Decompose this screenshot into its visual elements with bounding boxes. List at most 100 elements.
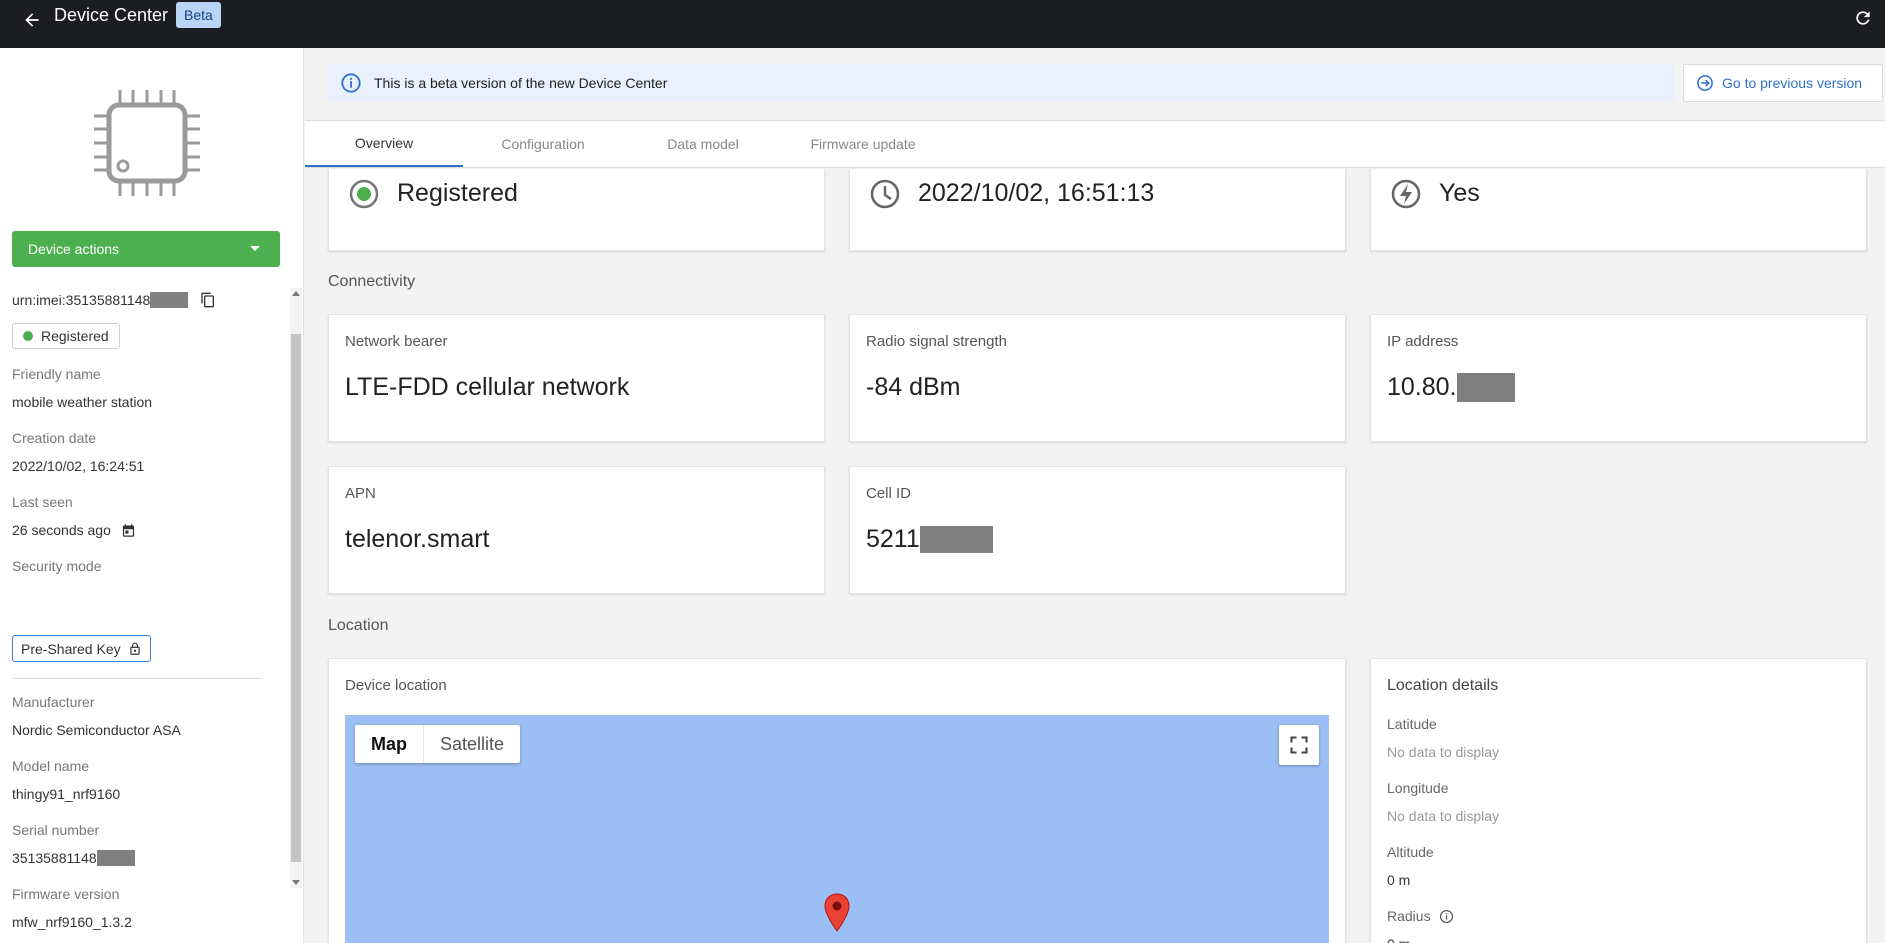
sidebar-scrollbar[interactable] (290, 288, 302, 888)
back-button[interactable] (12, 4, 52, 36)
model-name-label: Model name (12, 758, 90, 774)
ip-address-row: 10.80. (1387, 373, 1515, 402)
tab-overview[interactable]: Overview (305, 121, 463, 167)
redacted-block (1456, 373, 1515, 402)
ip-address-value: 10.80. (1387, 373, 1457, 401)
location-details-title: Location details (1387, 677, 1499, 694)
tab-configuration[interactable]: Configuration (463, 121, 623, 167)
map-pin-icon[interactable] (823, 893, 851, 933)
redacted-block (150, 292, 189, 308)
tab-firmware-update[interactable]: Firmware update (783, 121, 943, 167)
info-icon[interactable] (1439, 909, 1454, 924)
altitude-value: 0 m (1387, 872, 1411, 888)
firmware-version-label: Firmware version (12, 886, 120, 902)
apn-label: APN (345, 485, 376, 502)
map-type-toggle: Map Satellite (355, 725, 521, 763)
tabs-bar: Overview Configuration Data model Firmwa… (305, 120, 1885, 168)
device-sidebar: Device actions urn:imei:35135881148 Regi… (0, 48, 304, 943)
tab-data-model[interactable]: Data model (623, 121, 783, 167)
latitude-label: Latitude (1387, 716, 1437, 732)
status-dot-icon (23, 331, 33, 341)
security-mode-chip[interactable]: Pre-Shared Key (12, 635, 151, 662)
redacted-block (96, 850, 135, 866)
arrow-left-icon (25, 13, 39, 27)
network-bearer-value: LTE-FDD cellular network (345, 373, 630, 401)
security-mode-value: Pre-Shared Key (21, 640, 121, 657)
beta-badge: Beta (176, 2, 221, 28)
radio-signal-label: Radio signal strength (866, 333, 1007, 350)
scrollbar-thumb[interactable] (291, 334, 301, 862)
location-section-title: Location (328, 617, 389, 634)
connectivity-section-title: Connectivity (328, 273, 416, 290)
device-actions-label: Device actions (28, 241, 120, 257)
status-badge: Registered (12, 323, 120, 349)
registration-status-value: Registered (397, 179, 518, 207)
friendly-name-label: Friendly name (12, 366, 101, 382)
manufacturer-value: Nordic Semiconductor ASA (12, 722, 181, 738)
refresh-icon (1856, 11, 1870, 25)
scroll-up-icon[interactable] (292, 291, 300, 296)
manufacturer-label: Manufacturer (12, 694, 95, 710)
radius-label: Radius (1387, 908, 1431, 924)
network-bearer-label: Network bearer (345, 333, 448, 350)
registered-status-icon (347, 177, 381, 211)
longitude-label: Longitude (1387, 780, 1449, 796)
apn-card: APN telenor.smart (328, 466, 825, 594)
map-view-button[interactable]: Map (355, 725, 423, 763)
caret-down-icon (250, 246, 260, 251)
radio-signal-value: -84 dBm (866, 373, 961, 401)
fullscreen-button[interactable] (1279, 725, 1319, 765)
power-bolt-icon (1389, 177, 1423, 211)
timestamp-value: 2022/10/02, 16:51:13 (918, 179, 1155, 207)
device-actions-dropdown[interactable]: Device actions (12, 231, 280, 267)
banner-text: This is a beta version of the new Device… (374, 75, 668, 91)
security-mode-label: Security mode (12, 558, 102, 574)
serial-number-value: 35135881148 (12, 850, 97, 866)
creation-date-label: Creation date (12, 430, 97, 446)
altitude-label: Altitude (1387, 844, 1434, 860)
longitude-value: No data to display (1387, 808, 1500, 824)
device-location-card: Device location Map Satellite (328, 658, 1346, 943)
cell-id-row: 5211 (866, 525, 993, 554)
refresh-button[interactable] (1849, 4, 1877, 32)
info-icon (340, 72, 362, 94)
device-location-label: Device location (345, 677, 447, 694)
cell-id-value: 5211 (866, 525, 920, 553)
scroll-down-icon[interactable] (292, 880, 300, 885)
latitude-value: No data to display (1387, 744, 1500, 760)
chip-icon (94, 90, 200, 196)
calendar-icon[interactable] (121, 523, 136, 538)
go-to-previous-version-button[interactable]: Go to previous version (1683, 64, 1883, 102)
map-view[interactable]: Map Satellite (345, 715, 1329, 943)
friendly-name-value: mobile weather station (12, 394, 153, 410)
arrow-circle-right-icon (1696, 74, 1714, 92)
serial-number-row: 35135881148 (12, 850, 135, 866)
timestamp-card: 2022/10/02, 16:51:13 (849, 169, 1346, 251)
last-seen-row: 26 seconds ago (12, 522, 136, 538)
device-urn-text: urn:imei:35135881148 (12, 292, 151, 308)
satellite-view-button[interactable]: Satellite (423, 725, 520, 763)
model-name-value: thingy91_nrf9160 (12, 786, 121, 802)
creation-date-value: 2022/10/02, 16:24:51 (12, 458, 145, 474)
radius-value: 0 m (1387, 936, 1410, 943)
cell-id-label: Cell ID (866, 485, 912, 502)
ip-address-label: IP address (1387, 333, 1459, 350)
last-seen-value: 26 seconds ago (12, 522, 111, 538)
lock-icon (129, 642, 140, 655)
apn-value: telenor.smart (345, 525, 490, 553)
main-content: This is a beta version of the new Device… (305, 48, 1885, 943)
location-details-card: Location details Latitude No data to dis… (1370, 658, 1867, 943)
status-badge-label: Registered (41, 328, 109, 344)
serial-number-label: Serial number (12, 822, 100, 838)
beta-info-banner: This is a beta version of the new Device… (328, 64, 1674, 102)
sidebar-divider (12, 678, 262, 679)
network-bearer-card: Network bearer LTE-FDD cellular network (328, 314, 825, 442)
copy-icon[interactable] (200, 291, 216, 309)
radius-label-row: Radius (1387, 908, 1454, 924)
prev-version-label: Go to previous version (1722, 75, 1863, 91)
top-bar: Device Center Beta (0, 0, 1885, 48)
registration-status-card: Registered (328, 169, 825, 251)
cell-id-card: Cell ID 5211 (849, 466, 1346, 594)
redacted-block (919, 526, 993, 553)
last-seen-label: Last seen (12, 494, 73, 510)
